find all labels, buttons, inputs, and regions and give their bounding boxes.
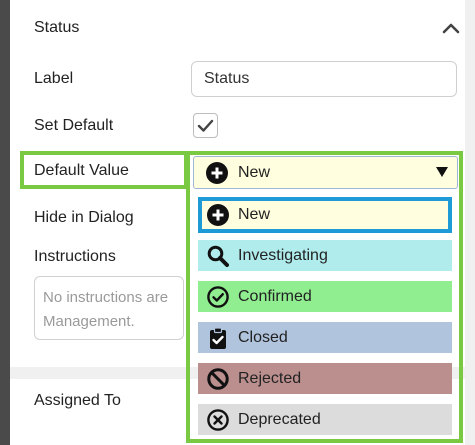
- select-value: New: [238, 164, 271, 181]
- default-value-label: Default Value: [34, 162, 129, 179]
- set-default-label: Set Default: [34, 117, 114, 134]
- hide-in-dialog-label: Hide in Dialog: [34, 209, 134, 226]
- option-label: Rejected: [238, 369, 302, 387]
- option-rejected[interactable]: Rejected: [198, 363, 452, 394]
- assigned-to-title: Assigned To: [34, 392, 121, 409]
- option-label: Deprecated: [238, 410, 321, 428]
- plus-circle-icon: [207, 204, 229, 226]
- option-new[interactable]: New: [198, 197, 452, 233]
- left-sidebar-edge: [0, 0, 10, 445]
- search-icon: [207, 245, 229, 267]
- instructions-placeholder-line2: Management.: [43, 313, 135, 330]
- label-field-label: Label: [34, 70, 74, 87]
- option-label: Closed: [238, 328, 288, 346]
- instructions-textarea[interactable]: No instructions are Management.: [34, 276, 184, 340]
- option-label: Confirmed: [238, 287, 312, 305]
- panel-title: Status: [34, 19, 80, 36]
- set-default-checkbox[interactable]: [193, 113, 218, 138]
- checkmark-icon: [197, 119, 214, 132]
- ban-icon: [207, 367, 229, 390]
- check-circle-icon: [207, 285, 229, 308]
- right-scroll-gutter: [465, 0, 475, 445]
- option-label: New: [238, 206, 271, 223]
- caret-down-icon: [436, 167, 448, 177]
- x-circle-icon: [207, 408, 229, 431]
- option-closed[interactable]: Closed: [198, 322, 452, 353]
- label-input[interactable]: Status: [191, 61, 457, 97]
- clipboard-check-icon: [210, 326, 226, 349]
- option-deprecated[interactable]: Deprecated: [198, 404, 452, 435]
- option-label: Investigating: [238, 246, 328, 264]
- default-value-select[interactable]: New: [193, 156, 458, 189]
- option-investigating[interactable]: Investigating: [198, 240, 452, 271]
- instructions-label: Instructions: [34, 248, 116, 265]
- plus-circle-icon: [206, 162, 228, 184]
- chevron-up-icon[interactable]: [440, 17, 462, 39]
- option-confirmed[interactable]: Confirmed: [198, 281, 452, 312]
- instructions-placeholder-line1: No instructions are: [43, 289, 169, 306]
